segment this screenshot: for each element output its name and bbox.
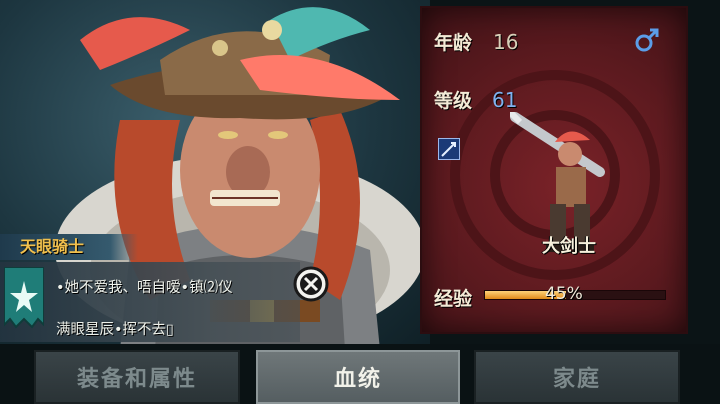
star-banner-icon — [4, 267, 44, 329]
level-label: 等级 — [434, 90, 473, 112]
age-label: 年龄 — [434, 32, 473, 54]
age-value: 16 — [493, 30, 519, 54]
class-name-label: 大剑士 — [542, 236, 596, 257]
trait-title: 天眼骑士 — [0, 234, 138, 260]
trait-line-2: 满眼星辰•挥不去▯ — [56, 322, 175, 338]
male-symbol-icon — [635, 28, 659, 52]
tab-equipment-attributes[interactable]: 装备和属性 — [34, 350, 240, 404]
trait-line-1: •她不爱我、唔自嗳•镇⑵仪 — [56, 280, 233, 296]
xp-label: 经验 — [434, 288, 473, 310]
character-screen: 年龄 16 等级 61 大剑士 经验 45% 天眼骑士 •她不爱我、唔自嗳•镇⑵… — [0, 0, 720, 404]
tab-bloodline[interactable]: 血统 — [256, 350, 460, 404]
close-x-icon[interactable] — [293, 266, 329, 302]
sword-skill-icon[interactable] — [438, 138, 460, 160]
xp-percent: 45% — [545, 284, 583, 304]
level-value: 61 — [492, 88, 518, 112]
tab-family[interactable]: 家庭 — [474, 350, 680, 404]
